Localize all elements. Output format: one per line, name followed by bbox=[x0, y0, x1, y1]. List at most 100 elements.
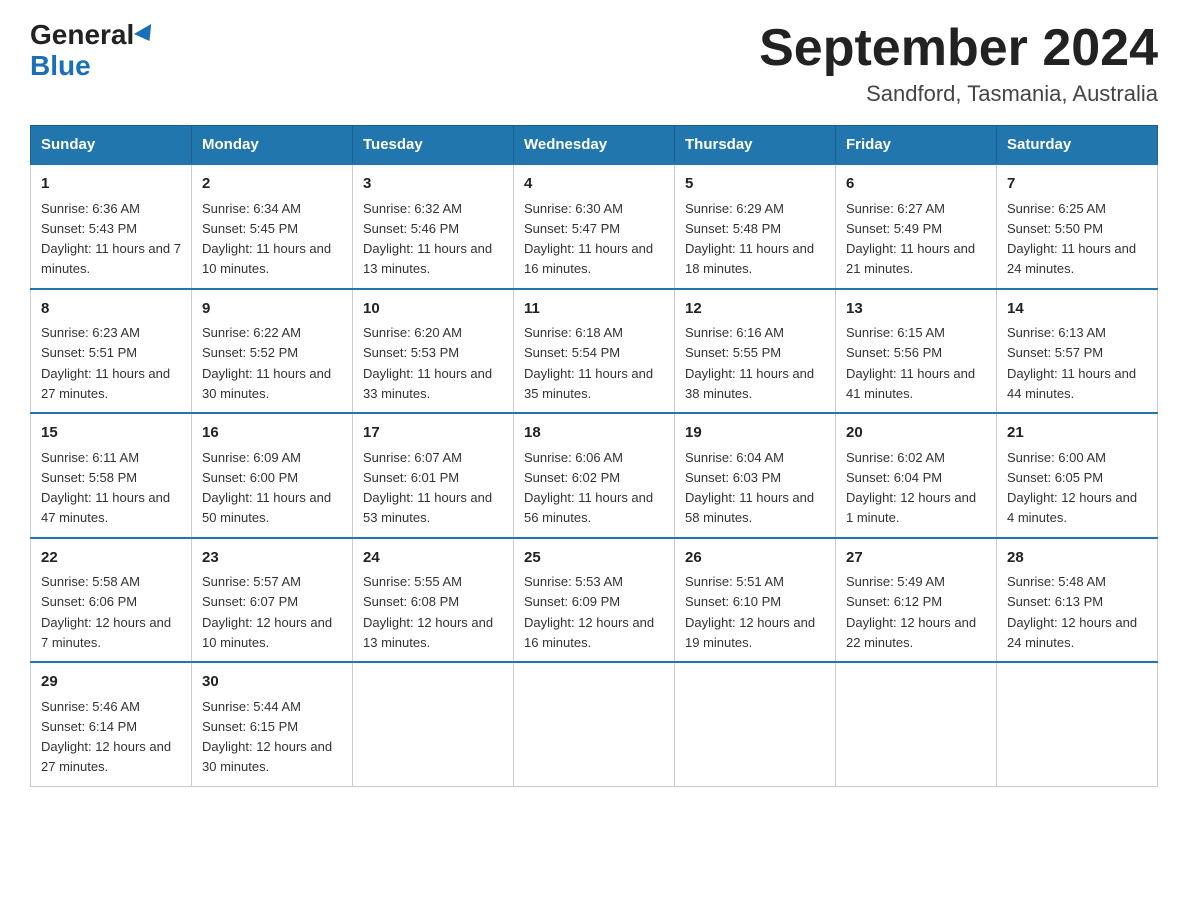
day-cell bbox=[353, 662, 514, 786]
day-info: Sunrise: 6:36 AMSunset: 5:43 PMDaylight:… bbox=[41, 201, 181, 277]
day-cell: 21 Sunrise: 6:00 AMSunset: 6:05 PMDayligh… bbox=[997, 413, 1158, 538]
day-info: Sunrise: 5:46 AMSunset: 6:14 PMDaylight:… bbox=[41, 699, 171, 775]
day-number: 27 bbox=[846, 547, 986, 570]
day-info: Sunrise: 5:58 AMSunset: 6:06 PMDaylight:… bbox=[41, 574, 171, 650]
col-sunday: Sunday bbox=[31, 126, 192, 165]
logo: General Blue bbox=[30, 20, 156, 82]
day-cell: 8Sunrise: 6:23 AMSunset: 5:51 PMDaylight… bbox=[31, 289, 192, 414]
day-number: 16 bbox=[202, 422, 342, 445]
day-number: 6 bbox=[846, 173, 986, 196]
subtitle: Sandford, Tasmania, Australia bbox=[759, 81, 1158, 107]
day-cell: 5Sunrise: 6:29 AMSunset: 5:48 PMDaylight… bbox=[675, 164, 836, 289]
day-number: 17 bbox=[363, 422, 503, 445]
day-number: 13 bbox=[846, 298, 986, 321]
col-saturday: Saturday bbox=[997, 126, 1158, 165]
logo-blue: Blue bbox=[30, 51, 91, 82]
title-area: September 2024 Sandford, Tasmania, Austr… bbox=[759, 20, 1158, 107]
day-info: Sunrise: 6:09 AMSunset: 6:00 PMDaylight:… bbox=[202, 450, 331, 526]
day-info: Sunrise: 6:34 AMSunset: 5:45 PMDaylight:… bbox=[202, 201, 331, 277]
day-cell: 16 Sunrise: 6:09 AMSunset: 6:00 PMDayligh… bbox=[192, 413, 353, 538]
day-cell: 18 Sunrise: 6:06 AMSunset: 6:02 PMDayligh… bbox=[514, 413, 675, 538]
day-cell bbox=[836, 662, 997, 786]
col-thursday: Thursday bbox=[675, 126, 836, 165]
day-cell bbox=[675, 662, 836, 786]
calendar-header-row: Sunday Monday Tuesday Wednesday Thursday… bbox=[31, 126, 1158, 165]
col-monday: Monday bbox=[192, 126, 353, 165]
day-number: 24 bbox=[363, 547, 503, 570]
day-cell: 25 Sunrise: 5:53 AMSunset: 6:09 PMDayligh… bbox=[514, 538, 675, 663]
day-info: Sunrise: 6:02 AMSunset: 6:04 PMDaylight:… bbox=[846, 450, 976, 526]
day-cell: 29 Sunrise: 5:46 AMSunset: 6:14 PMDayligh… bbox=[31, 662, 192, 786]
day-number: 20 bbox=[846, 422, 986, 445]
day-number: 7 bbox=[1007, 173, 1147, 196]
day-cell: 22Sunrise: 5:58 AMSunset: 6:06 PMDayligh… bbox=[31, 538, 192, 663]
day-cell bbox=[514, 662, 675, 786]
day-info: Sunrise: 6:15 AMSunset: 5:56 PMDaylight:… bbox=[846, 325, 975, 401]
day-info: Sunrise: 5:44 AMSunset: 6:15 PMDaylight:… bbox=[202, 699, 332, 775]
day-info: Sunrise: 5:49 AMSunset: 6:12 PMDaylight:… bbox=[846, 574, 976, 650]
main-title: September 2024 bbox=[759, 20, 1158, 77]
day-cell: 12Sunrise: 6:16 AMSunset: 5:55 PMDayligh… bbox=[675, 289, 836, 414]
logo-text: General bbox=[30, 20, 156, 51]
day-info: Sunrise: 5:55 AMSunset: 6:08 PMDaylight:… bbox=[363, 574, 493, 650]
day-info: Sunrise: 5:51 AMSunset: 6:10 PMDaylight:… bbox=[685, 574, 815, 650]
day-number: 8 bbox=[41, 298, 181, 321]
day-info: Sunrise: 6:07 AMSunset: 6:01 PMDaylight:… bbox=[363, 450, 492, 526]
col-tuesday: Tuesday bbox=[353, 126, 514, 165]
day-cell: 15 Sunrise: 6:11 AMSunset: 5:58 PMDayligh… bbox=[31, 413, 192, 538]
day-info: Sunrise: 6:00 AMSunset: 6:05 PMDaylight:… bbox=[1007, 450, 1137, 526]
day-number: 25 bbox=[524, 547, 664, 570]
day-cell: 30 Sunrise: 5:44 AMSunset: 6:15 PMDayligh… bbox=[192, 662, 353, 786]
day-number: 28 bbox=[1007, 547, 1147, 570]
day-number: 19 bbox=[685, 422, 825, 445]
day-info: Sunrise: 6:20 AMSunset: 5:53 PMDaylight:… bbox=[363, 325, 492, 401]
week-row-1: 1 Sunrise: 6:36 AMSunset: 5:43 PMDaylight… bbox=[31, 164, 1158, 289]
day-info: Sunrise: 6:11 AMSunset: 5:58 PMDaylight:… bbox=[41, 450, 170, 526]
day-info: Sunrise: 6:13 AMSunset: 5:57 PMDaylight:… bbox=[1007, 325, 1136, 401]
day-cell: 4 Sunrise: 6:30 AMSunset: 5:47 PMDaylight… bbox=[514, 164, 675, 289]
day-info: Sunrise: 6:27 AMSunset: 5:49 PMDaylight:… bbox=[846, 201, 975, 277]
week-row-2: 8Sunrise: 6:23 AMSunset: 5:51 PMDaylight… bbox=[31, 289, 1158, 414]
day-cell: 20 Sunrise: 6:02 AMSunset: 6:04 PMDayligh… bbox=[836, 413, 997, 538]
day-number: 30 bbox=[202, 671, 342, 694]
day-cell: 13 Sunrise: 6:15 AMSunset: 5:56 PMDayligh… bbox=[836, 289, 997, 414]
day-number: 14 bbox=[1007, 298, 1147, 321]
day-number: 4 bbox=[524, 173, 664, 196]
day-cell: 1 Sunrise: 6:36 AMSunset: 5:43 PMDaylight… bbox=[31, 164, 192, 289]
day-cell: 28 Sunrise: 5:48 AMSunset: 6:13 PMDayligh… bbox=[997, 538, 1158, 663]
day-info: Sunrise: 5:53 AMSunset: 6:09 PMDaylight:… bbox=[524, 574, 654, 650]
day-cell: 23Sunrise: 5:57 AMSunset: 6:07 PMDayligh… bbox=[192, 538, 353, 663]
day-info: Sunrise: 6:18 AMSunset: 5:54 PMDaylight:… bbox=[524, 325, 653, 401]
day-info: Sunrise: 6:16 AMSunset: 5:55 PMDaylight:… bbox=[685, 325, 814, 401]
day-cell: 11 Sunrise: 6:18 AMSunset: 5:54 PMDayligh… bbox=[514, 289, 675, 414]
week-row-3: 15 Sunrise: 6:11 AMSunset: 5:58 PMDayligh… bbox=[31, 413, 1158, 538]
day-number: 1 bbox=[41, 173, 181, 196]
day-number: 23 bbox=[202, 547, 342, 570]
day-number: 5 bbox=[685, 173, 825, 196]
day-cell: 2 Sunrise: 6:34 AMSunset: 5:45 PMDaylight… bbox=[192, 164, 353, 289]
day-cell: 3Sunrise: 6:32 AMSunset: 5:46 PMDaylight… bbox=[353, 164, 514, 289]
page-header: General Blue September 2024 Sandford, Ta… bbox=[30, 20, 1158, 107]
day-cell: 27 Sunrise: 5:49 AMSunset: 6:12 PMDayligh… bbox=[836, 538, 997, 663]
week-row-5: 29 Sunrise: 5:46 AMSunset: 6:14 PMDayligh… bbox=[31, 662, 1158, 786]
day-number: 21 bbox=[1007, 422, 1147, 445]
day-cell: 6 Sunrise: 6:27 AMSunset: 5:49 PMDaylight… bbox=[836, 164, 997, 289]
day-number: 15 bbox=[41, 422, 181, 445]
day-number: 11 bbox=[524, 298, 664, 321]
day-info: Sunrise: 6:30 AMSunset: 5:47 PMDaylight:… bbox=[524, 201, 653, 277]
day-number: 26 bbox=[685, 547, 825, 570]
day-info: Sunrise: 5:48 AMSunset: 6:13 PMDaylight:… bbox=[1007, 574, 1137, 650]
day-number: 9 bbox=[202, 298, 342, 321]
day-info: Sunrise: 6:25 AMSunset: 5:50 PMDaylight:… bbox=[1007, 201, 1136, 277]
day-cell bbox=[997, 662, 1158, 786]
week-row-4: 22Sunrise: 5:58 AMSunset: 6:06 PMDayligh… bbox=[31, 538, 1158, 663]
day-number: 2 bbox=[202, 173, 342, 196]
day-cell: 14 Sunrise: 6:13 AMSunset: 5:57 PMDayligh… bbox=[997, 289, 1158, 414]
day-number: 29 bbox=[41, 671, 181, 694]
day-info: Sunrise: 6:06 AMSunset: 6:02 PMDaylight:… bbox=[524, 450, 653, 526]
day-cell: 24 Sunrise: 5:55 AMSunset: 6:08 PMDayligh… bbox=[353, 538, 514, 663]
day-info: Sunrise: 6:04 AMSunset: 6:03 PMDaylight:… bbox=[685, 450, 814, 526]
day-number: 3 bbox=[363, 173, 503, 196]
day-number: 18 bbox=[524, 422, 664, 445]
day-cell: 19 Sunrise: 6:04 AMSunset: 6:03 PMDayligh… bbox=[675, 413, 836, 538]
